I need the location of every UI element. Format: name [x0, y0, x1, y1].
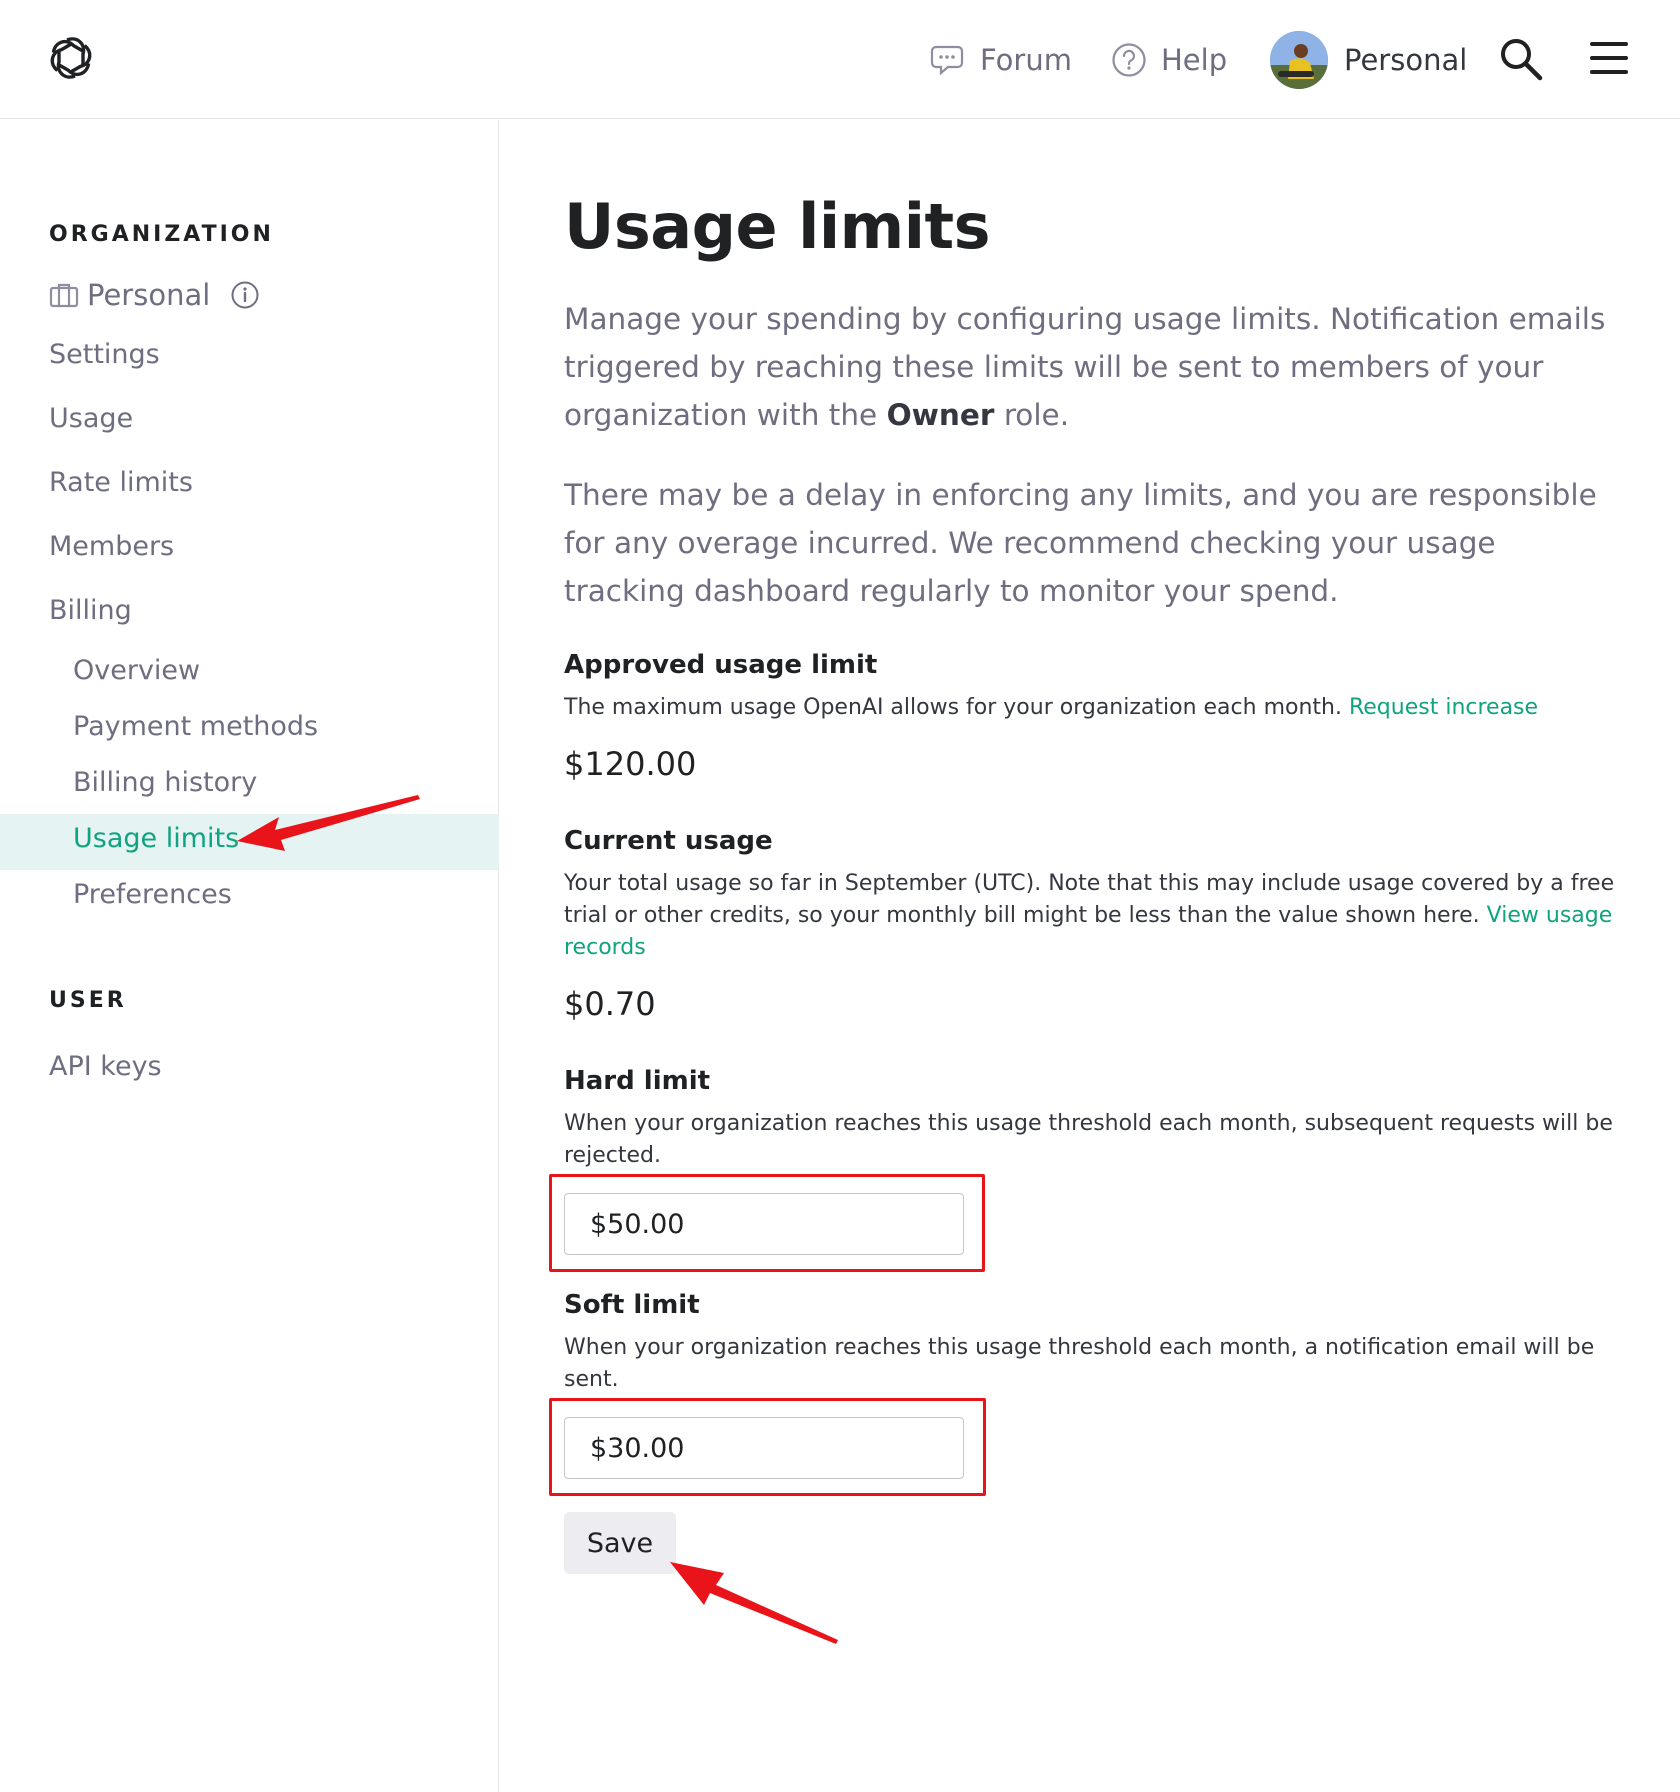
page-title: Usage limits [564, 190, 991, 263]
openai-logo-icon[interactable] [47, 34, 95, 82]
profile-label: Personal [1344, 43, 1468, 77]
info-icon[interactable] [230, 280, 260, 310]
hard-limit-heading: Hard limit [564, 1066, 711, 1096]
save-button[interactable]: Save [564, 1512, 676, 1574]
org-selector[interactable]: Personal [49, 278, 260, 312]
hard-limit-description: When your organization reaches this usag… [564, 1111, 1613, 1168]
approved-limit-description: The maximum usage OpenAI allows for your… [564, 695, 1539, 720]
annotation-arrow-save [670, 1562, 838, 1644]
intro-paragraph-1: Manage your spending by configuring usag… [564, 302, 1606, 432]
hard-limit-input[interactable]: $50.00 [564, 1193, 964, 1255]
forum-link[interactable]: Forum [930, 40, 1072, 80]
hamburger-menu-icon[interactable] [1590, 40, 1628, 76]
sidebar: ORGANIZATION Personal Settings Usage Rat… [0, 120, 499, 1792]
sidebar-item-billing[interactable]: Billing [49, 595, 132, 626]
org-name: Personal [87, 278, 211, 312]
user-section-title: USER [49, 988, 127, 1013]
sidebar-item-settings[interactable]: Settings [49, 339, 160, 370]
sidebar-item-payment-methods[interactable]: Payment methods [73, 711, 318, 742]
help-circle-icon [1112, 43, 1146, 77]
current-usage-value: $0.70 [564, 985, 656, 1023]
sidebar-item-api-keys[interactable]: API keys [49, 1051, 162, 1082]
sidebar-item-overview[interactable]: Overview [73, 655, 200, 686]
help-link[interactable]: Help [1111, 40, 1227, 80]
request-increase-link[interactable]: Request increase [1349, 695, 1538, 720]
approved-limit-heading: Approved usage limit [564, 650, 878, 680]
help-label: Help [1161, 43, 1228, 77]
forum-label: Forum [980, 43, 1072, 77]
sidebar-item-billing-history[interactable]: Billing history [73, 767, 257, 798]
avatar [1270, 31, 1328, 89]
sidebar-item-preferences[interactable]: Preferences [73, 879, 232, 910]
owner-role-text: Owner [886, 398, 995, 432]
intro-paragraph-2: There may be a delay in enforcing any li… [564, 478, 1597, 608]
organization-section-title: ORGANIZATION [49, 222, 274, 247]
top-header: Forum Help Personal [0, 0, 1680, 119]
sidebar-item-usage[interactable]: Usage [49, 403, 133, 434]
soft-limit-input[interactable]: $30.00 [564, 1417, 964, 1479]
sidebar-item-rate-limits[interactable]: Rate limits [49, 467, 193, 498]
profile-menu[interactable]: Personal [1270, 30, 1467, 90]
sidebar-item-usage-limits[interactable]: Usage limits [73, 823, 239, 854]
current-usage-heading: Current usage [564, 826, 773, 856]
sidebar-item-members[interactable]: Members [49, 531, 174, 562]
approved-limit-value: $120.00 [564, 745, 697, 783]
forum-chat-icon [930, 45, 964, 76]
current-usage-description: Your total usage so far in September (UT… [564, 871, 1615, 960]
soft-limit-heading: Soft limit [564, 1290, 700, 1320]
briefcase-icon [49, 283, 79, 308]
search-icon[interactable] [1498, 36, 1544, 82]
soft-limit-description: When your organization reaches this usag… [564, 1335, 1595, 1392]
